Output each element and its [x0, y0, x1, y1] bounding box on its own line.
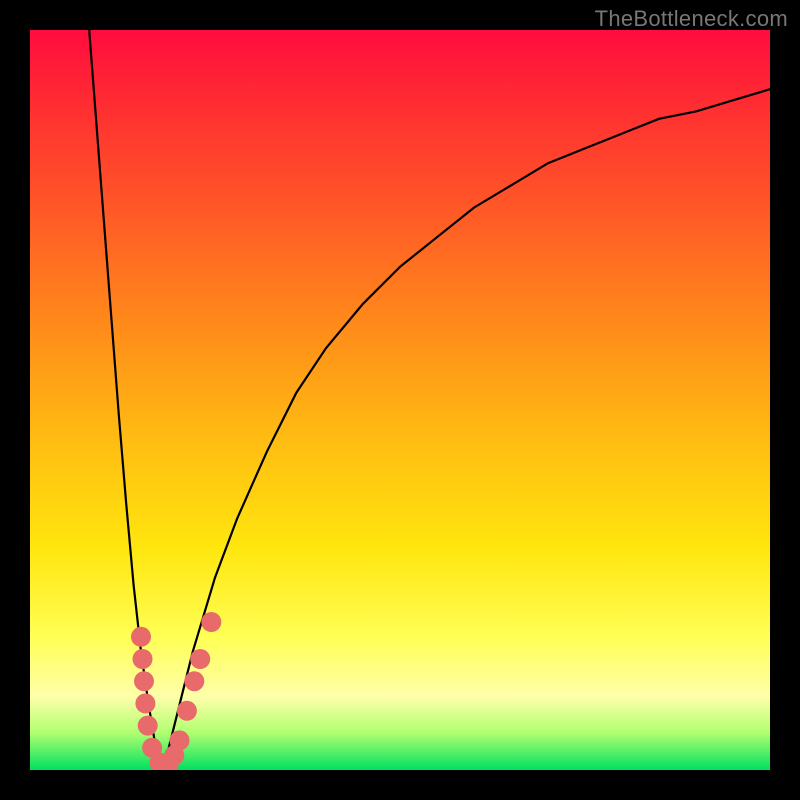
marker-group	[131, 612, 221, 770]
data-marker	[135, 693, 155, 713]
data-marker	[170, 730, 190, 750]
data-marker	[177, 701, 197, 721]
data-marker	[134, 671, 154, 691]
data-marker	[131, 627, 151, 647]
chart-frame: TheBottleneck.com	[0, 0, 800, 800]
data-marker	[138, 716, 158, 736]
data-marker	[190, 649, 210, 669]
chart-svg	[30, 30, 770, 770]
watermark-text: TheBottleneck.com	[595, 6, 788, 32]
curve-right	[163, 89, 770, 770]
data-marker	[133, 649, 153, 669]
plot-area	[30, 30, 770, 770]
data-marker	[201, 612, 221, 632]
data-marker	[184, 671, 204, 691]
